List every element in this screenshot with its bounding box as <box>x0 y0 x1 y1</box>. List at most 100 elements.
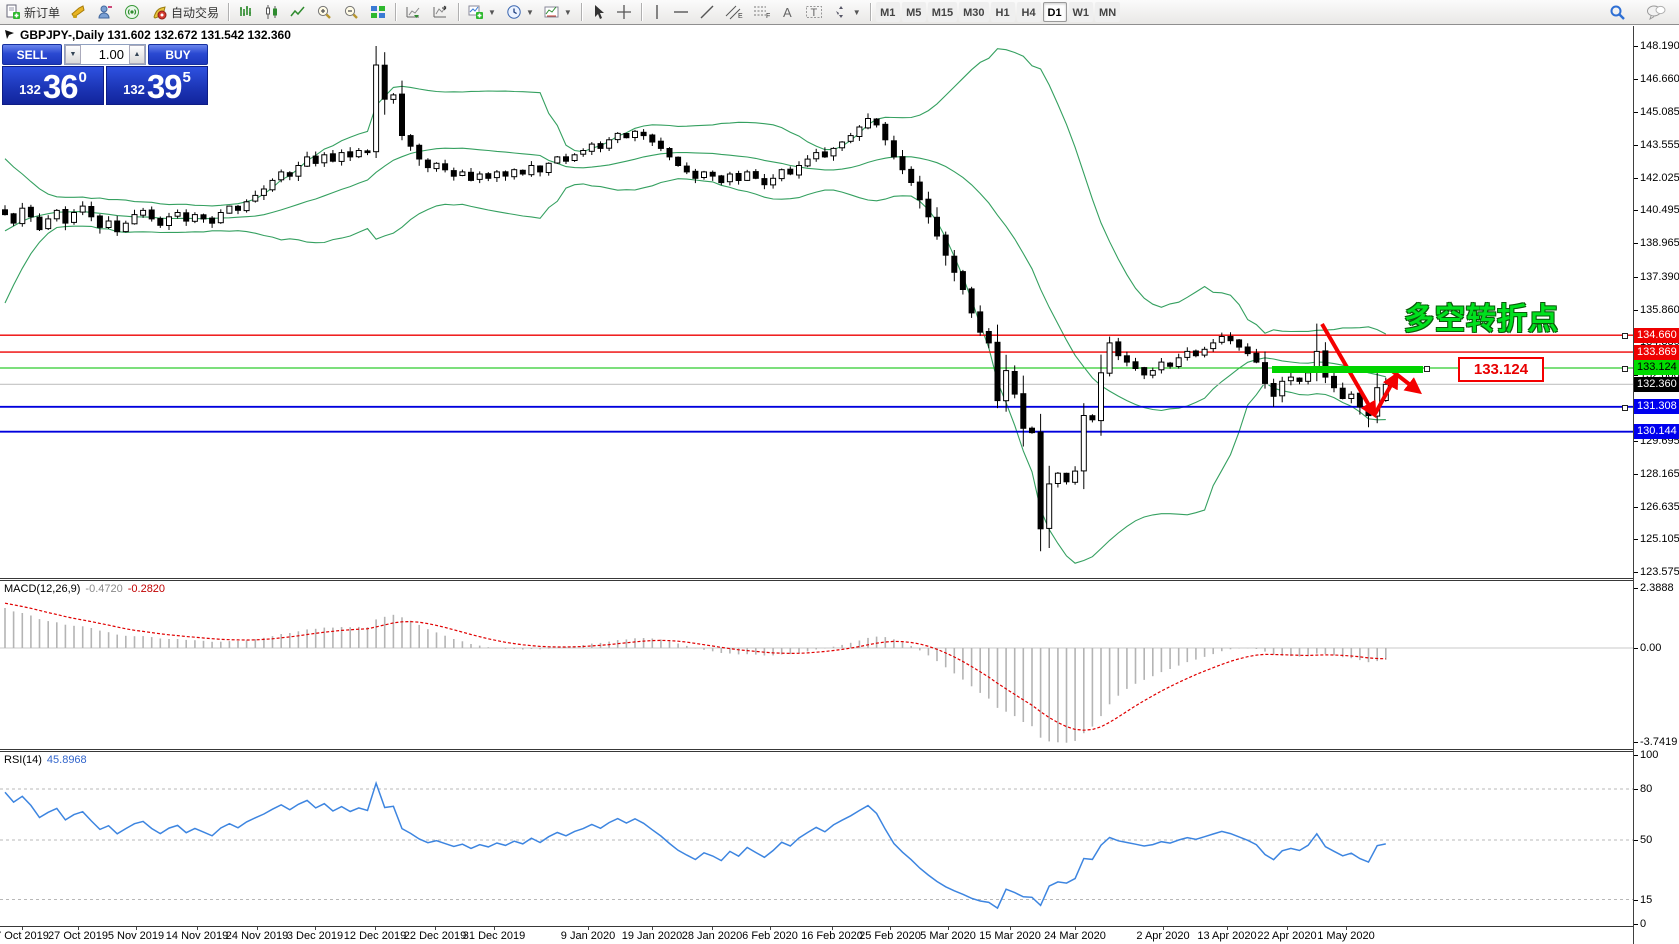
timeframe-group: M1M5M15M30H1H4D1W1MN <box>875 0 1121 24</box>
vertical-line-button[interactable] <box>646 1 668 23</box>
auto-trading-button[interactable]: 自动交易 <box>146 1 224 23</box>
text-label-icon: T <box>805 4 823 20</box>
macd-signal-value: -0.2820 <box>128 583 165 595</box>
timeframe-w1-button[interactable]: W1 <box>1069 2 1094 22</box>
volume-input[interactable]: 1.00 <box>81 45 129 64</box>
templates-button[interactable]: ▼ <box>539 1 577 23</box>
horizontal-level-lines[interactable] <box>0 335 1633 432</box>
indicators-button[interactable]: ▼ <box>463 1 501 23</box>
rsi-value: 45.8968 <box>47 754 87 766</box>
support-zone-bar[interactable] <box>1272 366 1423 373</box>
main-chart[interactable] <box>0 26 1633 578</box>
trendline-button[interactable] <box>694 1 720 23</box>
macd-signal-line <box>5 603 1386 730</box>
macd-histogram <box>5 608 1386 743</box>
equidistant-channel-icon: E <box>725 4 743 20</box>
chart-title: GBPJPY-,Daily 131.602 132.672 131.542 13… <box>5 28 291 42</box>
sell-price[interactable]: 132 36 0 <box>2 66 104 105</box>
bollinger-bands[interactable] <box>5 49 1386 564</box>
candlesticks[interactable] <box>3 46 1389 551</box>
time-label: 2 Apr 2020 <box>1136 930 1189 942</box>
object-handle[interactable] <box>1622 366 1628 372</box>
macd-main-value: -0.4720 <box>85 583 122 595</box>
chart-shift-button[interactable] <box>427 1 454 23</box>
macd-tick: -3.7419 <box>1640 735 1677 749</box>
signals-button[interactable] <box>119 1 146 23</box>
profile-button[interactable] <box>92 1 119 23</box>
price-tick: 146.660 <box>1640 72 1679 86</box>
scroll-group <box>400 0 454 24</box>
price-tick: 126.635 <box>1640 500 1679 514</box>
fibonacci-button[interactable]: F <box>748 1 776 23</box>
object-handle[interactable] <box>1622 405 1628 411</box>
svg-text:F: F <box>766 13 770 20</box>
chart-window-icon <box>5 30 15 40</box>
price-line-badge: 130.144 <box>1634 424 1679 439</box>
auto-scroll-button[interactable] <box>400 1 427 23</box>
time-label: 28 Jan 2020 <box>682 930 743 942</box>
toolbar-separator <box>228 3 229 21</box>
bar-chart-button[interactable] <box>233 1 259 23</box>
time-label: 5 Nov 2019 <box>108 930 164 942</box>
timeframe-m15-button[interactable]: M15 <box>928 2 957 22</box>
sell-price-figure: 132 <box>19 82 41 97</box>
timeframe-d1-button[interactable]: D1 <box>1043 2 1067 22</box>
time-label: 22 Apr 2020 <box>1257 930 1316 942</box>
cursor-button[interactable] <box>586 1 611 23</box>
new-order-button[interactable]: 新订单 <box>0 1 65 23</box>
line-chart-button[interactable] <box>285 1 311 23</box>
price-tick: 138.965 <box>1640 236 1679 250</box>
bar-chart-icon <box>238 4 254 20</box>
price-tick: 137.390 <box>1640 270 1679 284</box>
zoom-out-button[interactable] <box>338 1 365 23</box>
volume-increase-button[interactable]: ▲ <box>129 45 145 64</box>
buy-price-point: 5 <box>183 69 191 86</box>
boxed-price-label[interactable]: 133.124 <box>1458 357 1544 382</box>
buy-price[interactable]: 132 39 5 <box>106 66 208 105</box>
vertical-line-icon <box>651 4 663 20</box>
buy-button[interactable]: BUY <box>148 44 208 65</box>
price-tick: 140.495 <box>1640 203 1679 217</box>
object-handle[interactable] <box>1424 366 1430 372</box>
signal-icon <box>124 4 141 20</box>
time-label: 3 Dec 2019 <box>287 930 343 942</box>
channel-button[interactable]: E <box>720 1 748 23</box>
sell-button[interactable]: SELL <box>2 44 62 65</box>
search-button[interactable] <box>1604 1 1631 23</box>
timeframe-h1-button[interactable]: H1 <box>991 2 1015 22</box>
auto-trading-label: 自动交易 <box>171 4 219 21</box>
macd-pane[interactable] <box>0 581 1633 749</box>
chat-icon <box>1646 4 1666 20</box>
volume-decrease-button[interactable]: ▼ <box>65 45 81 64</box>
timeframe-mn-button[interactable]: MN <box>1095 2 1120 22</box>
object-handle[interactable] <box>1622 333 1628 339</box>
objects-group: E F A T ▼ <box>646 0 866 24</box>
time-label: 15 Mar 2020 <box>979 930 1041 942</box>
arrows-tool-icon <box>833 4 849 20</box>
timeframe-h4-button[interactable]: H4 <box>1017 2 1041 22</box>
timeframe-m1-button[interactable]: M1 <box>876 2 900 22</box>
time-label: 1 May 2020 <box>1317 930 1374 942</box>
timeframe-m30-button[interactable]: M30 <box>959 2 988 22</box>
chat-button[interactable] <box>1641 1 1671 23</box>
rsi-pane[interactable] <box>0 752 1633 926</box>
periods-button[interactable]: ▼ <box>501 1 539 23</box>
arrows-tool-button[interactable]: ▼ <box>828 1 866 23</box>
rsi-tick: 80 <box>1640 782 1652 796</box>
sell-price-pips: 36 <box>43 71 78 102</box>
horizontal-line-button[interactable] <box>668 1 694 23</box>
zoom-in-button[interactable] <box>311 1 338 23</box>
timeframe-m5-button[interactable]: M5 <box>902 2 926 22</box>
text-button[interactable]: A <box>776 1 800 23</box>
tile-windows-button[interactable] <box>365 1 391 23</box>
candlestick-chart-button[interactable] <box>259 1 285 23</box>
time-label: 31 Dec 2019 <box>463 930 525 942</box>
text-label-button[interactable]: T <box>800 1 828 23</box>
crosshair-button[interactable] <box>611 1 637 23</box>
macd-tick: 2.3888 <box>1640 581 1674 595</box>
toolbar-separator <box>458 3 459 21</box>
time-axis[interactable]: 7 Oct 201927 Oct 20195 Nov 201914 Nov 20… <box>0 926 1633 944</box>
alert-button[interactable] <box>65 1 92 23</box>
price-axis[interactable]: 148.190146.660145.085143.555142.025140.4… <box>1633 26 1679 944</box>
rsi-tick: 100 <box>1640 748 1658 762</box>
